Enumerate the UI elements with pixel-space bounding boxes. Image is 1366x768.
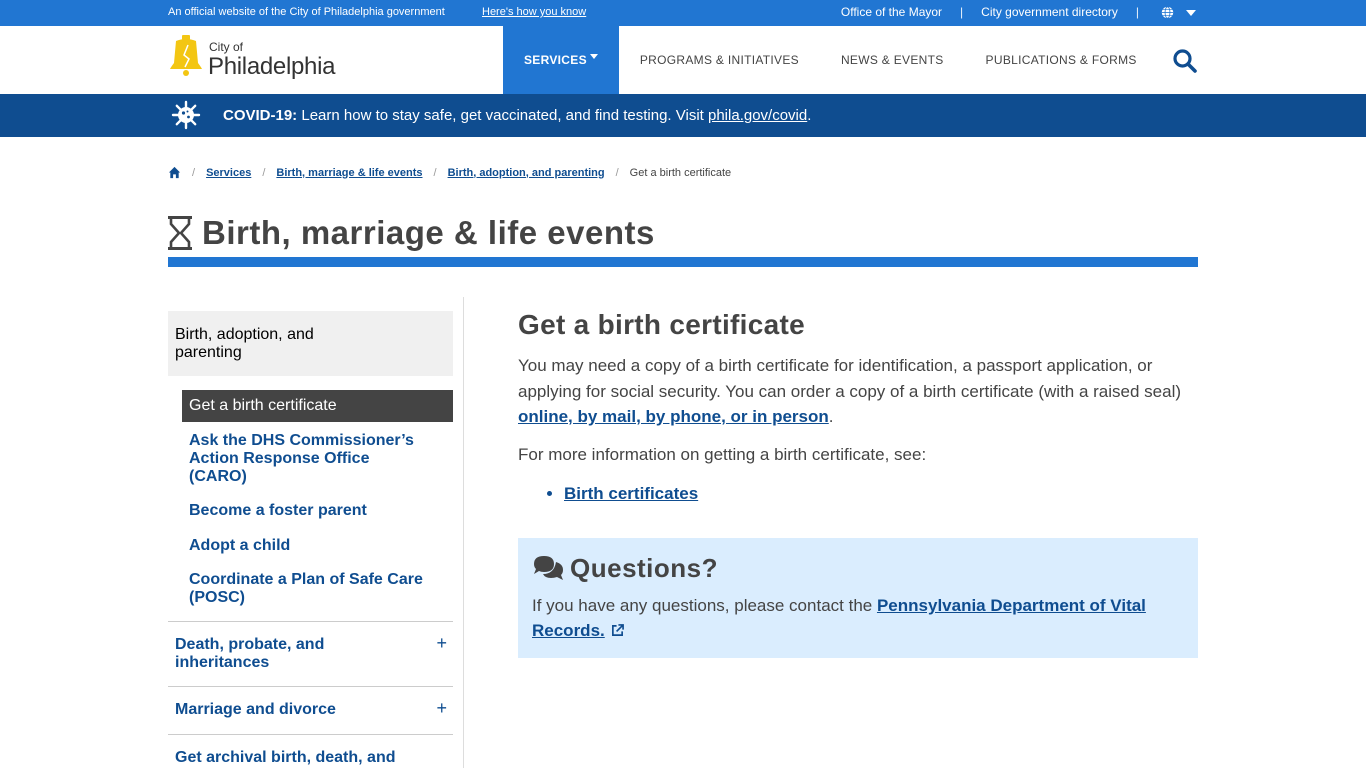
hourglass-icon [168,216,192,250]
nav-programs-label: PROGRAMS & INITIATIVES [639,53,799,67]
nav-programs[interactable]: PROGRAMS & INITIATIVES [619,26,820,94]
sidebar-parent-birth-adoption[interactable]: Birth, adoption, and parenting [168,311,453,376]
breadcrumb-separator: / [262,166,266,179]
questions-title: Questions? [570,553,719,583]
covid-link[interactable]: phila.gov/covid [708,107,807,124]
expand-plus-icon[interactable]: + [436,699,447,717]
intro-paragraph: You may need a copy of a birth certifica… [518,353,1198,430]
nav-publications[interactable]: PUBLICATIONS & FORMS [965,26,1158,94]
resource-list: Birth certificates [564,484,698,504]
liberty-bell-icon [170,35,202,76]
sidebar-section-label: Death, probate, and inheritances [175,636,325,671]
site-header: City of Philadelphia SERVICES PROGRAMS &… [0,26,1366,94]
more-info-text: For more information on getting a birth … [518,445,927,464]
covid-end: . [807,107,812,124]
city-logo[interactable]: City of Philadelphia [168,35,338,81]
breadcrumb-life-events[interactable]: Birth, marriage & life events [276,167,422,179]
covid-label: COVID-19: [223,107,298,124]
official-site-text: An official website of the City of Phila… [168,6,445,18]
questions-body: If you have any questions, please contac… [532,596,873,615]
sidebar-item-label: Become a foster parent [189,502,367,519]
birth-certificates-link[interactable]: Birth certificates [564,484,698,503]
sidebar-section-archival-records[interactable]: Get archival birth, death, and [168,734,453,768]
sidebar-item-label: Ask the DHS Commissioner’s Action Respon… [189,432,414,485]
nav-services[interactable]: SERVICES [503,26,619,94]
breadcrumb-separator: / [192,166,196,179]
sidebar-item-label: Get a birth certificate [189,397,337,414]
how-you-know-link[interactable]: Here's how you know [482,6,586,18]
top-utility-links: Office of the Mayor | City government di… [841,5,1196,19]
order-methods-link[interactable]: online, by mail, by phone, or in person [518,407,829,426]
nav-services-label: SERVICES [524,53,587,67]
questions-text: If you have any questions, please contac… [532,593,1172,643]
sidebar-parent-label: Birth, adoption, and parenting [175,326,314,361]
logo-city-of: City of [209,40,244,54]
sidebar-nav: Birth, adoption, and parenting Get a bir… [168,297,464,768]
virus-icon [171,100,201,130]
sidebar-section-label: Get archival birth, death, and [175,749,396,766]
intro-text: You may need a copy of a birth certifica… [518,356,1182,401]
comments-icon [534,556,563,580]
external-link-icon [611,624,624,636]
separator: | [1135,5,1139,19]
caret-down-icon [589,53,598,59]
title-divider [168,257,1198,267]
page-header: Birth, marriage & life events [168,214,655,252]
separator: | [960,5,964,19]
covid-message: COVID-19: Learn how to stay safe, get va… [223,107,811,124]
breadcrumb-separator: / [433,166,437,179]
questions-callout: Questions? If you have any questions, pl… [518,538,1198,658]
sidebar-item-foster-parent[interactable]: Become a foster parent [189,502,429,520]
covid-alert-banner: COVID-19: Learn how to stay safe, get va… [0,94,1366,137]
expand-plus-icon[interactable]: + [436,634,447,652]
breadcrumb: / Services / Birth, marriage & life even… [168,166,731,179]
nav-news-events[interactable]: NEWS & EVENTS [820,26,965,94]
nav-publications-label: PUBLICATIONS & FORMS [985,53,1137,67]
intro-end: . [828,407,834,426]
sidebar-item-posc[interactable]: Coordinate a Plan of Safe Care (POSC) [189,571,429,607]
main-nav: SERVICES PROGRAMS & INITIATIVES NEWS & E… [503,26,1158,94]
chevron-down-icon [1186,10,1196,16]
sidebar-item-adopt-child[interactable]: Adopt a child [189,537,429,555]
language-selector[interactable] [1157,5,1196,19]
sidebar-section-label: Marriage and divorce [175,701,336,718]
city-directory-link[interactable]: City government directory [981,5,1118,19]
search-icon[interactable] [1172,48,1198,74]
sidebar-item-label: Adopt a child [189,537,291,554]
sidebar-item-caro[interactable]: Ask the DHS Commissioner’s Action Respon… [189,432,429,486]
official-banner: An official website of the City of Phila… [0,0,1366,26]
sidebar-item-label: Coordinate a Plan of Safe Care (POSC) [189,571,423,606]
breadcrumb-current: Get a birth certificate [629,166,732,179]
covid-text: Learn how to stay safe, get vaccinated, … [301,107,704,124]
sidebar-section-death-probate[interactable]: Death, probate, and inheritances + [168,621,453,686]
content-heading: Get a birth certificate [518,309,805,340]
sidebar-section-marriage-divorce[interactable]: Marriage and divorce + [168,686,453,734]
breadcrumb-separator: / [615,166,619,179]
globe-icon [1161,5,1174,19]
page-title: Birth, marriage & life events [202,214,655,251]
breadcrumb-services[interactable]: Services [206,167,251,179]
logo-philadelphia: Philadelphia [208,53,336,80]
office-of-mayor-link[interactable]: Office of the Mayor [841,5,942,19]
nav-news-label: NEWS & EVENTS [840,53,944,67]
home-icon[interactable] [168,166,181,179]
breadcrumb-birth-adoption[interactable]: Birth, adoption, and parenting [448,167,605,179]
sidebar-item-get-birth-certificate[interactable]: Get a birth certificate [182,390,453,422]
list-item: Birth certificates [564,484,698,504]
